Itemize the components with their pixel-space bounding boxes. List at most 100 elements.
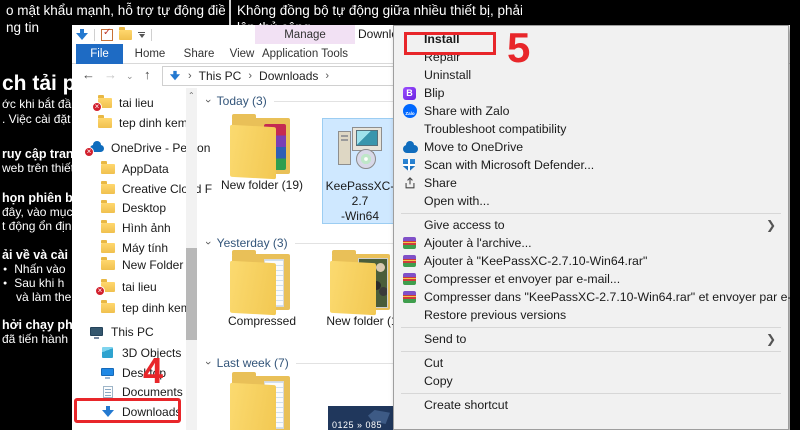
- toolbar-separator: [94, 28, 95, 41]
- winrar-icon: [403, 237, 424, 249]
- sidebar-item-tep-dinh-kem-2[interactable]: tep dinh kem: [101, 299, 191, 317]
- sidebar-item-tai-lieu[interactable]: tai lieu: [92, 94, 154, 112]
- folder-icon: [230, 114, 294, 180]
- sidebar-item-this-pc[interactable]: This PC: [90, 323, 154, 341]
- menu-item-give-access-to[interactable]: Give access to ❯: [394, 216, 788, 234]
- winrar-icon: [403, 255, 424, 267]
- sidebar-item-label: Hình ảnh: [122, 221, 171, 235]
- menu-item-move-to-onedrive[interactable]: Move to OneDrive: [394, 138, 788, 156]
- sync-error-badge: [84, 147, 94, 157]
- menu-item-copy[interactable]: Copy: [394, 372, 788, 390]
- menu-item-blip[interactable]: Blip: [394, 84, 788, 102]
- menu-item-install[interactable]: Install 5: [394, 24, 788, 71]
- sidebar-item-desktop-folder[interactable]: Desktop: [101, 199, 166, 217]
- sidebar-item-3d-objects[interactable]: 3D Objects: [101, 344, 181, 362]
- file-tile-image-thumbnail[interactable]: 0125 » 085: [328, 406, 394, 430]
- menu-item-send-to[interactable]: Send to ❯: [394, 330, 788, 348]
- new-folder-icon[interactable]: [119, 26, 132, 40]
- group-label: Today (3): [216, 94, 267, 108]
- menu-item-label: Create shortcut: [424, 398, 509, 412]
- sidebar-item-label: tai lieu: [122, 280, 157, 294]
- menu-item-compresser-dans-envoyer[interactable]: Compresser dans "KeePassXC-2.7.10-Win64.…: [394, 288, 800, 306]
- downloads-icon[interactable]: [76, 28, 88, 41]
- file-tile-new-folder-1[interactable]: New folder (1: [322, 250, 402, 329]
- file-tile-lastweek-folder[interactable]: [216, 372, 308, 430]
- tab-file[interactable]: File: [76, 44, 123, 64]
- folder-icon: [101, 181, 115, 195]
- sidebar-item-tai-lieu-2[interactable]: tai lieu: [95, 278, 157, 296]
- menu-item-label: Copy: [424, 374, 453, 388]
- scrollbar-thumb[interactable]: [186, 248, 197, 340]
- menu-item-share-with-zalo[interactable]: Share with Zalo: [394, 102, 788, 120]
- sidebar-item-label: tep dinh kem: [122, 301, 191, 315]
- quick-access-toolbar: [76, 26, 152, 41]
- customize-toolbar-icon[interactable]: [138, 31, 145, 38]
- file-tile-compressed[interactable]: Compressed: [216, 250, 308, 329]
- blip-icon: [403, 86, 424, 100]
- bg-right-line1: Không đồng bộ tự động giữa nhiều thiết b…: [237, 3, 522, 18]
- article-subhead: ải về và cài đ: [2, 248, 72, 262]
- menu-item-share[interactable]: Share: [394, 174, 788, 192]
- menu-item-label: Share: [424, 176, 457, 190]
- scroll-up-icon[interactable]: ⌃: [188, 91, 195, 100]
- menu-item-label: Compresser et envoyer par e-mail...: [424, 272, 621, 286]
- tab-application-tools[interactable]: Application Tools: [255, 44, 355, 64]
- article-column: ch tải ph ớc khi bắt đầu . Việc cài đặt …: [0, 70, 72, 430]
- tab-share[interactable]: Share: [176, 44, 222, 64]
- menu-item-uninstall[interactable]: Uninstall: [394, 66, 788, 84]
- sync-error-badge: [92, 102, 102, 112]
- article-line: đây, vào mục: [2, 205, 72, 219]
- menu-item-label: Cut: [424, 356, 444, 370]
- folder-icon: [330, 250, 394, 316]
- zalo-icon: [403, 104, 424, 118]
- submenu-chevron-icon: ❯: [765, 332, 776, 346]
- menu-item-label: Share with Zalo: [424, 104, 510, 118]
- installer-icon: [332, 123, 388, 179]
- manage-contextual-tab[interactable]: Manage: [255, 25, 355, 44]
- menu-item-label: Troubleshoot compatibility: [424, 122, 567, 136]
- sidebar-item-tep-dinh-kem[interactable]: tep dinh kem: [98, 114, 188, 132]
- menu-item-create-shortcut[interactable]: Create shortcut: [394, 396, 788, 414]
- file-tile-new-folder-19[interactable]: New folder (19): [216, 114, 308, 193]
- sidebar-item-label: Máy tính: [122, 241, 169, 255]
- menu-item-label: Uninstall: [424, 68, 472, 82]
- onedrive-icon: [84, 141, 104, 157]
- sidebar-item-label: Desktop: [122, 201, 167, 215]
- article-bullet: Nhấn vào: [3, 262, 65, 276]
- menu-item-cut[interactable]: Cut: [394, 354, 788, 372]
- file-label: New folder (19): [220, 178, 304, 192]
- properties-icon[interactable]: [101, 27, 113, 41]
- breadcrumb-this-pc[interactable]: This PC: [199, 69, 242, 83]
- context-menu: Install 5 Repair Uninstall Blip Share wi…: [393, 24, 800, 430]
- tab-home[interactable]: Home: [127, 44, 173, 64]
- forward-icon[interactable]: →: [104, 67, 117, 82]
- sync-error-badge: [95, 286, 105, 296]
- article-line: đã tiến hành: [2, 332, 69, 346]
- menu-item-troubleshoot-compatibility[interactable]: Troubleshoot compatibility: [394, 120, 788, 138]
- folder-icon: [92, 95, 112, 112]
- sidebar-item-may-tinh[interactable]: Máy tính: [101, 239, 168, 257]
- back-icon[interactable]: ←: [82, 67, 95, 82]
- history-chevron-icon[interactable]: ⌄: [126, 71, 134, 82]
- menu-item-compresser-envoyer[interactable]: Compresser et envoyer par e-mail...: [394, 270, 788, 288]
- right-black-strip: [790, 0, 800, 430]
- sidebar-item-label: This PC: [111, 325, 154, 339]
- up-icon[interactable]: ↑: [144, 67, 151, 82]
- bg-left-line1: o mật khẩu mạnh, hỗ trợ tự động điền: [6, 3, 225, 18]
- menu-item-ajouter-archive[interactable]: Ajouter à l'archive...: [394, 234, 788, 252]
- sidebar-item-new-folder[interactable]: New Folder: [101, 256, 183, 274]
- defender-shield-icon: [403, 158, 424, 172]
- sidebar-item-label: tep dinh kem: [119, 116, 188, 130]
- sidebar-item-appdata[interactable]: AppData: [101, 160, 169, 178]
- sidebar-item-hinh-anh[interactable]: Hình ảnh: [101, 219, 171, 237]
- menu-item-label: Ajouter à l'archive...: [424, 236, 532, 250]
- breadcrumb-downloads[interactable]: Downloads: [259, 69, 318, 83]
- menu-item-restore-previous-versions[interactable]: Restore previous versions: [394, 306, 788, 324]
- sidebar-scrollbar[interactable]: ⌃: [186, 88, 197, 430]
- menu-item-scan-with-defender[interactable]: Scan with Microsoft Defender...: [394, 156, 788, 174]
- monitor-icon: [101, 367, 115, 379]
- menu-item-ajouter-keepassxc-rar[interactable]: Ajouter à "KeePassXC-2.7.10-Win64.rar": [394, 252, 788, 270]
- file-tile-keepassxc-installer[interactable]: KeePassXC-2.7 -Win64: [322, 118, 398, 224]
- file-label: Compressed: [227, 314, 297, 328]
- menu-item-open-with[interactable]: Open with...: [394, 192, 788, 210]
